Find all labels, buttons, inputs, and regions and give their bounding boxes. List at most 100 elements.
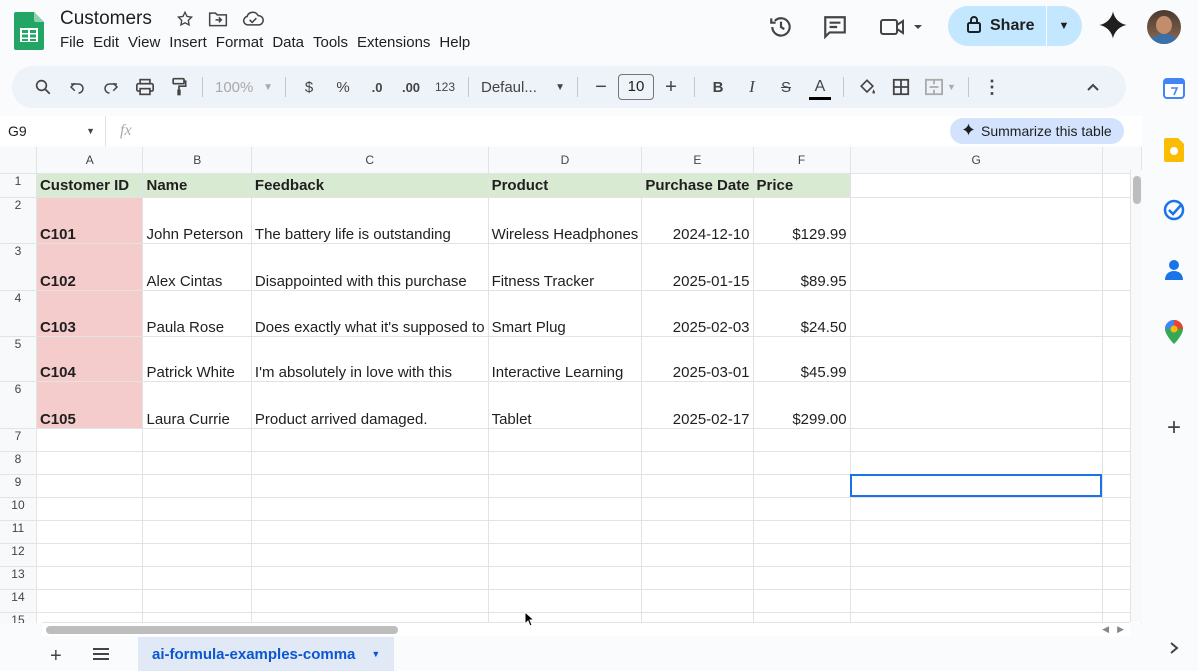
row-header-selected[interactable]: 9 [0,474,37,498]
font-family-select[interactable]: Defaul... ▼ [475,72,571,102]
contacts-icon[interactable] [1162,258,1186,282]
meet-video-icon[interactable] [878,14,922,45]
move-folder-icon[interactable] [208,10,228,33]
header-cell[interactable]: Purchase Date [641,173,754,198]
cell-purchase-date[interactable]: 2025-02-17 [641,381,754,429]
add-sheet-icon[interactable]: + [50,645,62,668]
row-header[interactable]: 15 [0,612,37,623]
paint-format-icon[interactable] [162,72,196,102]
row-header[interactable]: 8 [0,451,37,475]
menu-file[interactable]: File [60,34,93,51]
row-header[interactable]: 14 [0,589,37,613]
gemini-sparkle-icon[interactable] [1098,10,1128,45]
search-menus-icon[interactable] [26,72,60,102]
increase-font-size-icon[interactable]: + [654,72,688,102]
cell-purchase-date[interactable]: 2025-01-15 [641,243,754,291]
row-header[interactable]: 6 [0,381,37,429]
horizontal-scroll-thumb[interactable] [46,626,398,634]
font-size-input[interactable]: 10 [618,74,654,100]
cell-feedback[interactable]: Disappointed with this purchase [251,243,489,291]
row-header[interactable]: 1 [0,173,37,198]
sheet-tab-active[interactable]: ai-formula-examples-comma ▼ [138,637,395,671]
collapse-menus-icon[interactable] [1076,72,1110,102]
row-header[interactable]: 4 [0,290,37,337]
cell[interactable] [850,290,1103,337]
summarize-table-button[interactable]: Summarize this table [950,118,1124,144]
undo-icon[interactable] [60,72,94,102]
cell-name[interactable]: Laura Currie [142,381,252,429]
cell-product[interactable]: Interactive Learning [488,336,643,382]
cell-feedback[interactable]: Product arrived damaged. [251,381,489,429]
menu-tools[interactable]: Tools [313,34,357,51]
row-header[interactable]: 3 [0,243,37,291]
more-options-icon[interactable]: ⋮ [975,72,1009,102]
document-title[interactable]: Customers [60,8,152,30]
cell-feedback[interactable]: Does exactly what it's supposed to [251,290,489,337]
header-cell[interactable]: Price [753,173,851,198]
cell-price[interactable]: $299.00 [753,381,851,429]
row-header[interactable]: 5 [0,336,37,382]
cell-customer-id[interactable]: C104 [36,336,144,382]
expand-side-panel-icon[interactable] [1162,636,1186,660]
cloud-saved-icon[interactable] [242,10,264,33]
cell-feedback[interactable]: I'm absolutely in love with this [251,336,489,382]
menu-data[interactable]: Data [272,34,313,51]
header-cell[interactable]: Feedback [251,173,489,198]
menu-help[interactable]: Help [439,34,479,51]
row-header[interactable]: 2 [0,197,37,244]
cell-product[interactable]: Fitness Tracker [488,243,643,291]
row-header[interactable]: 7 [0,428,37,452]
header-cell[interactable]: Product [488,173,643,198]
calendar-icon[interactable] [1162,76,1186,100]
cell-purchase-date[interactable]: 2024-12-10 [641,197,754,244]
cell[interactable] [850,336,1103,382]
increase-decimal-button[interactable]: .00 [394,72,428,102]
redo-icon[interactable] [94,72,128,102]
star-icon[interactable] [176,10,194,33]
row-header[interactable]: 12 [0,543,37,567]
column-header-f[interactable]: F [753,147,851,174]
cell-name[interactable]: Paula Rose [142,290,252,337]
select-all-corner[interactable] [0,147,37,174]
scroll-left-icon[interactable]: ◀ [1102,624,1109,635]
menu-insert[interactable]: Insert [169,34,216,51]
tasks-icon[interactable] [1162,198,1186,222]
cell[interactable] [850,173,1103,198]
row-header[interactable]: 13 [0,566,37,590]
share-options-caret-icon[interactable]: ▼ [1047,20,1081,32]
menu-format[interactable]: Format [216,34,273,51]
italic-button[interactable]: I [735,72,769,102]
cell-name[interactable]: John Peterson [142,197,252,244]
get-addons-plus-icon[interactable]: + [1162,414,1186,441]
strikethrough-button[interactable]: S [769,72,803,102]
row-header[interactable]: 11 [0,520,37,544]
cell-customer-id[interactable]: C103 [36,290,144,337]
decrease-font-size-icon[interactable]: − [584,72,618,102]
name-box[interactable]: G9 ▼ [0,116,106,146]
sheets-logo-icon[interactable] [14,12,44,50]
decrease-decimal-button[interactable]: .0 [360,72,394,102]
scroll-right-icon[interactable]: ▶ [1117,624,1124,635]
column-header-e[interactable]: E [641,147,754,174]
cell-price[interactable]: $89.95 [753,243,851,291]
borders-icon[interactable] [884,72,918,102]
chevron-down-icon[interactable]: ▼ [371,649,380,659]
share-button[interactable]: Share ▼ [948,6,1082,46]
row-header[interactable]: 10 [0,497,37,521]
cell-product[interactable]: Smart Plug [488,290,643,337]
cell-purchase-date[interactable]: 2025-03-01 [641,336,754,382]
header-cell[interactable]: Customer ID [36,173,144,198]
cell-product[interactable]: Wireless Headphones [488,197,643,244]
all-sheets-icon[interactable] [92,647,110,666]
cell-product[interactable]: Tablet [488,381,643,429]
cell-price[interactable]: $24.50 [753,290,851,337]
user-avatar[interactable] [1147,10,1181,44]
cell-feedback[interactable]: The battery life is outstanding [251,197,489,244]
header-cell[interactable]: Name [142,173,252,198]
vertical-scrollbar[interactable] [1130,170,1142,622]
cell[interactable] [850,381,1103,429]
bold-button[interactable]: B [701,72,735,102]
text-color-button[interactable]: A [803,72,837,102]
cell-purchase-date[interactable]: 2025-02-03 [641,290,754,337]
menu-edit[interactable]: Edit [93,34,128,51]
